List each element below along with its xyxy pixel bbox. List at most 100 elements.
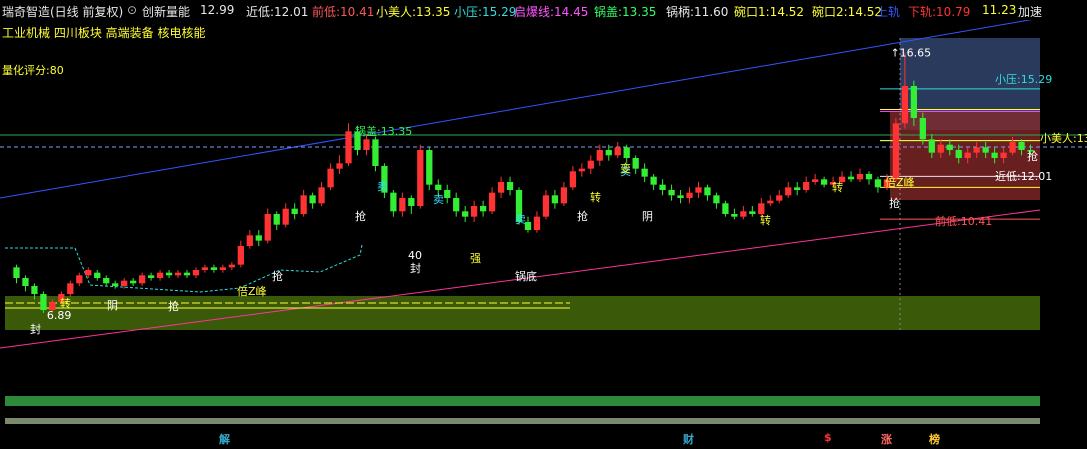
candle-body (147, 275, 155, 278)
candle-body (964, 152, 971, 158)
candle-body (991, 152, 998, 158)
candle-body (40, 294, 47, 310)
candle-body (237, 246, 244, 265)
candle-body (390, 192, 397, 212)
period-high-label: ↑16.65 (890, 47, 931, 60)
candle-body (695, 187, 702, 193)
candle-body (856, 174, 864, 180)
candle-body (426, 150, 433, 185)
candle-body (812, 179, 819, 182)
signal-annotation: 抢 (577, 209, 588, 223)
concept-tags: 工业机械 四川板块 高端装备 核电核能 (2, 25, 205, 40)
candlestick-chart[interactable]: ↑16.65 6.89 锅盖:13.35 小压:15.29 小美人:13.35 近低:12… (0, 20, 1087, 449)
candle-body (722, 203, 729, 214)
signal-annotation: 强 (470, 252, 481, 265)
candle-body (255, 235, 262, 241)
signal-annotation: 锅底 (515, 269, 537, 283)
candle-body (210, 267, 218, 270)
candle-body (1009, 142, 1016, 153)
candle-body (138, 275, 146, 284)
indicator-value-0: 12.99 (200, 3, 235, 17)
level-label-1: 小压:15.29 (995, 73, 1052, 86)
indicator-value-4: 小压:15.29 (454, 5, 517, 19)
candle-body (605, 150, 612, 156)
candle-body (130, 280, 137, 284)
bottom-tag-3[interactable]: 涨 (881, 431, 892, 447)
candle-body (336, 163, 343, 169)
candle-body (740, 211, 747, 217)
candle-body (399, 198, 406, 212)
signal-annotation: 倍Z峰 (237, 284, 267, 298)
cyan-trend (5, 244, 363, 293)
candle-body (471, 206, 478, 217)
bottom-tag-2[interactable]: $ (824, 431, 832, 444)
candle-body (85, 270, 92, 276)
level-label-2: 小美人:13.35 (1040, 132, 1087, 145)
signal-annotation: 卖 (377, 180, 388, 193)
signal-annotation: 转 (60, 296, 71, 310)
candle-body (946, 144, 953, 150)
bottom-tag-4[interactable]: 榜 (929, 431, 940, 447)
candle-body (641, 168, 648, 177)
candle-body (587, 160, 594, 169)
indicator-value-1: 近低:12.01 (246, 5, 309, 19)
indicator-value-8: 碗口1:14.52 (734, 5, 805, 19)
level-label-5: 量化评分:80 (2, 63, 64, 77)
candle-body (767, 200, 774, 204)
candle-body (614, 147, 621, 156)
candle-body (955, 150, 962, 158)
candle-body (479, 206, 487, 212)
candle-body (156, 272, 164, 278)
candle-body (919, 118, 926, 140)
indicator-value-11: 下轨:10.79 (908, 5, 971, 19)
signal-annotation: 封 (30, 322, 41, 336)
volume-band (5, 396, 1040, 406)
candle-body (865, 174, 873, 180)
candle-body (758, 203, 765, 214)
candle-body (453, 198, 460, 212)
candle-body (282, 208, 289, 225)
indicator-value-12: 11.23 (982, 3, 1017, 17)
signal-annotation: 转 (760, 213, 771, 227)
signal-annotation: 抢 (889, 196, 900, 210)
candle-body (103, 278, 110, 284)
candle-body (417, 150, 424, 206)
candle-body (300, 195, 307, 214)
signal-annotation: 转 (832, 180, 843, 194)
signal-annotation: 阴 (107, 299, 118, 312)
candle-body (488, 192, 496, 212)
candle-body (264, 214, 271, 241)
candle-body (542, 195, 550, 217)
candle-body (121, 280, 128, 286)
candle-body (345, 131, 352, 164)
candle-body (776, 195, 783, 201)
candle-body (928, 139, 935, 153)
candle-body (462, 211, 469, 217)
candle-body (67, 283, 74, 294)
candle-body (578, 168, 585, 172)
signal-annotation: 卖 (515, 213, 526, 226)
candle-body (982, 147, 989, 153)
chevron-down-icon[interactable]: ⊙ (127, 3, 137, 17)
candle-body (713, 195, 720, 204)
bottom-tag-0[interactable]: 解 (219, 431, 230, 447)
indicator-name[interactable]: 创新量能 (142, 3, 190, 20)
candle-body (112, 283, 119, 286)
candle-body (1018, 142, 1025, 150)
signal-annotation: 40 (408, 249, 422, 262)
stock-title[interactable]: 瑞奇智造(日线 前复权) (2, 3, 123, 20)
candle-body (318, 187, 325, 204)
candle-body (686, 192, 693, 198)
candle-body (444, 190, 451, 198)
signal-annotation: 抢 (1027, 149, 1038, 163)
signal-annotation: 变 (620, 161, 631, 175)
candle-body (435, 184, 442, 190)
candle-body (551, 195, 559, 204)
candle-body (76, 275, 83, 284)
indicator-header: 瑞奇智造(日线 前复权) ⊙ 创新量能 12.99 近低:12.01 前低:10.4… (0, 0, 1087, 20)
candle-body (201, 267, 209, 270)
bottom-tag-1[interactable]: 财 (683, 431, 694, 447)
candle-body (901, 86, 909, 124)
candle-body (937, 144, 944, 153)
indicator-value-5: 启爆线:14.45 (514, 5, 589, 19)
